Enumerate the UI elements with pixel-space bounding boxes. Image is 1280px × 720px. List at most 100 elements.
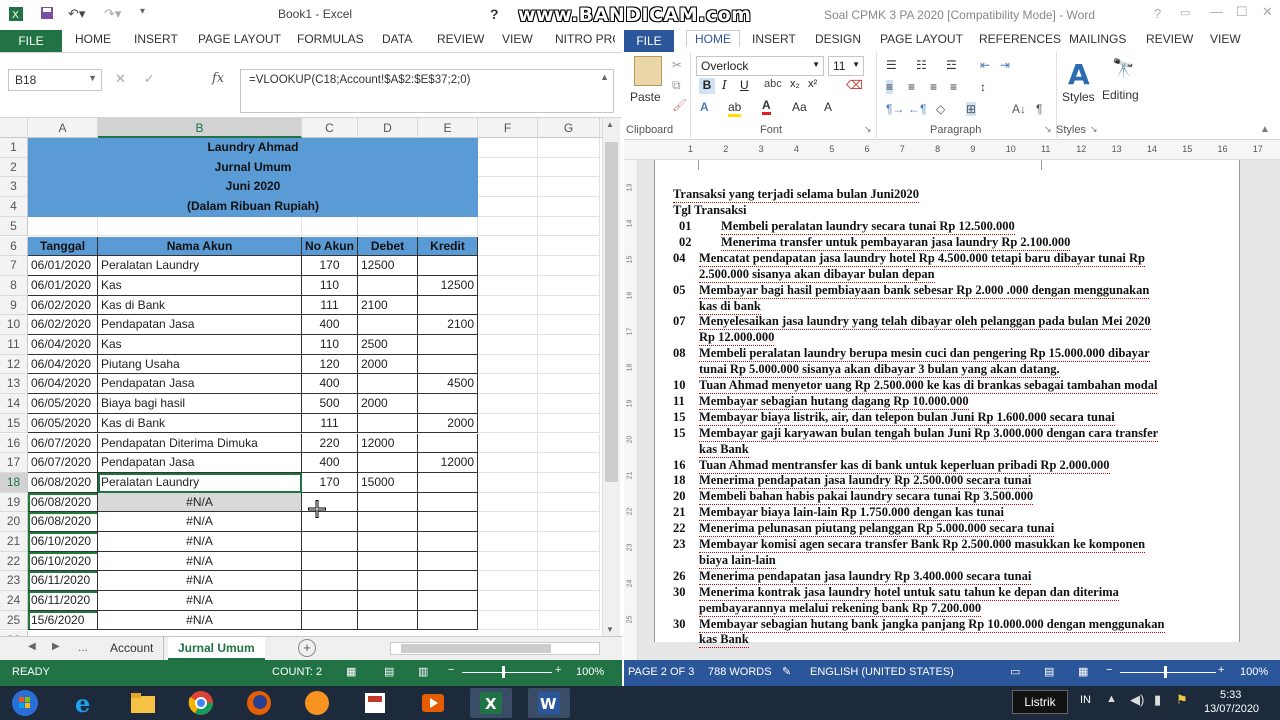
language[interactable]: ENGLISH (UNITED STATES) — [810, 666, 954, 678]
excel-tab-data[interactable]: DATA — [382, 32, 412, 46]
word-tab-design[interactable]: DESIGN — [815, 32, 861, 46]
paste-icon[interactable] — [634, 56, 662, 86]
cell-tgl[interactable]: 06/02/2020 — [28, 315, 98, 335]
styles-dialog-icon[interactable]: ↘ — [1090, 124, 1098, 135]
cell-akun[interactable]: #N/A — [98, 571, 302, 592]
cell[interactable] — [418, 216, 478, 237]
copy-icon[interactable]: ⧉ — [672, 78, 681, 93]
cell[interactable] — [478, 275, 538, 296]
row-header[interactable]: 25 — [0, 610, 28, 631]
cell-debet[interactable] — [358, 374, 418, 395]
cell-kredit[interactable] — [418, 610, 478, 631]
row-header[interactable]: 9 — [0, 295, 28, 316]
cell-debet[interactable] — [358, 413, 418, 434]
table-header-cell[interactable]: Tanggal — [28, 236, 98, 257]
cell-debet[interactable]: 2000 — [358, 394, 418, 414]
cell[interactable] — [478, 610, 538, 631]
save-icon[interactable] — [40, 6, 54, 20]
strikethrough-button[interactable]: abc — [764, 78, 782, 90]
word-tab-home[interactable]: HOME — [686, 30, 740, 47]
row-header[interactable]: 22 — [0, 551, 28, 572]
excel-tab-review[interactable]: REVIEW — [437, 32, 484, 46]
collapse-ribbon-icon[interactable]: ▲ — [1260, 124, 1270, 135]
cell-akun[interactable]: #N/A — [98, 492, 302, 513]
excel-logo-icon[interactable]: X — [8, 6, 24, 22]
cell-no[interactable]: 400 — [302, 453, 358, 473]
cell[interactable] — [538, 256, 600, 276]
cell[interactable] — [538, 197, 600, 217]
column-header-d[interactable]: D — [358, 118, 418, 138]
cell[interactable] — [478, 138, 538, 158]
line-spacing-icon[interactable]: ↕ — [980, 80, 986, 94]
cell-kredit[interactable] — [418, 295, 478, 316]
flag-icon[interactable]: ⚑ — [1176, 692, 1188, 708]
cell[interactable] — [538, 216, 600, 237]
cell[interactable] — [478, 295, 538, 316]
word-tab-review[interactable]: REVIEW — [1146, 32, 1193, 46]
cell[interactable] — [478, 157, 538, 178]
cell[interactable] — [478, 512, 538, 532]
word-help-icon[interactable]: ? — [1154, 6, 1161, 21]
horizontal-scrollbar[interactable] — [390, 642, 600, 655]
chrome-icon[interactable] — [180, 688, 222, 718]
add-sheet-icon[interactable]: + — [298, 639, 316, 657]
redo-icon[interactable]: ↷▾ — [104, 6, 121, 22]
network-icon[interactable]: ▮ — [1154, 692, 1161, 708]
excel-tab-home[interactable]: HOME — [75, 32, 111, 46]
cell-tgl[interactable]: 15/6/2020 — [28, 610, 98, 631]
cell[interactable] — [478, 591, 538, 611]
chevron-down-icon[interactable]: ▼ — [88, 73, 97, 83]
ltr-icon[interactable]: ¶→ — [886, 102, 904, 116]
subscript-button[interactable]: x₂ — [790, 78, 800, 90]
excel-tab-insert[interactable]: INSERT — [134, 32, 178, 46]
cell-kredit[interactable]: 12000 — [418, 453, 478, 473]
excel-tab-nitro[interactable]: NITRO PRO — [555, 32, 615, 46]
row-header[interactable]: 17 — [0, 453, 28, 473]
next-sheet-icon[interactable]: ▶ — [52, 641, 60, 652]
row-header[interactable]: 1 — [0, 138, 28, 158]
cell[interactable] — [538, 157, 600, 178]
clear-formatting-icon[interactable]: ⌫ — [846, 78, 863, 92]
row-header[interactable]: 6 — [0, 236, 28, 257]
sheet-tab-account[interactable]: Account — [100, 637, 165, 660]
cell-tgl[interactable]: 06/11/2020 — [28, 571, 98, 592]
cell-debet[interactable] — [358, 571, 418, 592]
row-header[interactable]: 13 — [0, 374, 28, 395]
cell[interactable] — [478, 453, 538, 473]
borders-icon[interactable]: ⊞ — [966, 102, 977, 116]
cell[interactable] — [538, 236, 600, 257]
cell-kredit[interactable] — [418, 591, 478, 611]
underline-button[interactable]: U — [740, 78, 749, 92]
row-header[interactable]: 4 — [0, 197, 28, 217]
cell-no[interactable]: 500 — [302, 394, 358, 414]
cell-no[interactable] — [302, 551, 358, 572]
decrease-indent-icon[interactable]: ⇤ — [980, 58, 990, 72]
cell-tgl[interactable]: 06/07/2020 — [28, 433, 98, 454]
align-left-icon[interactable]: ≡ — [886, 80, 894, 94]
row-header[interactable]: 16 — [0, 433, 28, 454]
cell[interactable] — [538, 177, 600, 198]
align-right-icon[interactable]: ≡ — [930, 80, 937, 94]
cell-no[interactable]: 220 — [302, 433, 358, 454]
web-layout-icon[interactable]: ▦ — [1078, 665, 1088, 678]
bold-button[interactable]: B — [699, 78, 715, 94]
cell-kredit[interactable] — [418, 394, 478, 414]
explorer-icon[interactable] — [122, 688, 164, 718]
cell[interactable] — [478, 492, 538, 513]
sheet-tab-jurnal-umum[interactable]: Jurnal Umum — [168, 637, 265, 660]
cell-akun[interactable]: Biaya bagi hasil — [98, 394, 302, 414]
word-tab-insert[interactable]: INSERT — [752, 32, 796, 46]
cell[interactable] — [478, 413, 538, 434]
app-recorder-icon[interactable] — [354, 688, 396, 718]
row-header[interactable]: 11 — [0, 335, 28, 355]
minimize-icon[interactable]: — — [1210, 4, 1223, 19]
cell-kredit[interactable]: 4500 — [418, 374, 478, 395]
row-header[interactable]: 10 — [0, 315, 28, 335]
cell-kredit[interactable] — [418, 354, 478, 375]
word-zoom-thumb[interactable] — [1164, 666, 1167, 678]
cell-akun[interactable]: Kas — [98, 275, 302, 296]
format-painter-icon[interactable]: 🖌 — [672, 98, 687, 112]
cell[interactable] — [538, 610, 600, 631]
cell[interactable] — [478, 394, 538, 414]
print-layout-icon[interactable]: ▤ — [1044, 665, 1054, 678]
